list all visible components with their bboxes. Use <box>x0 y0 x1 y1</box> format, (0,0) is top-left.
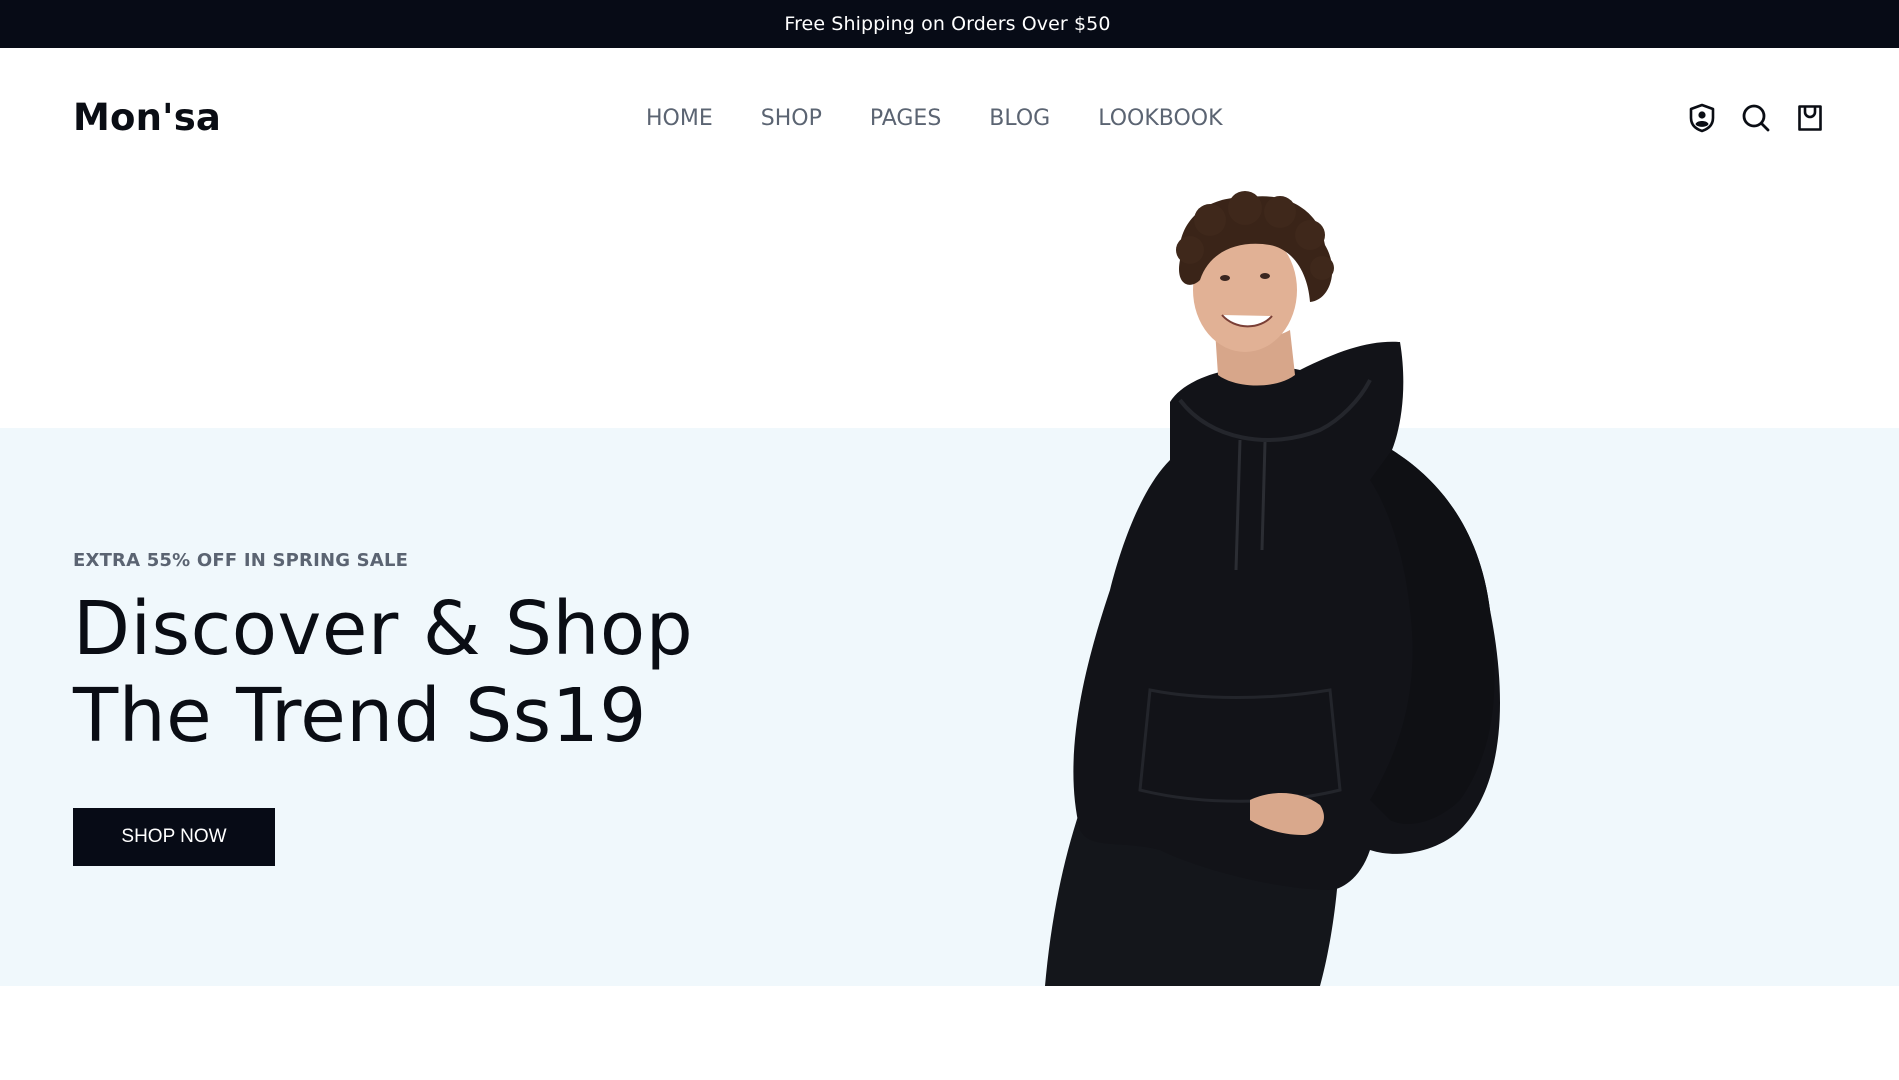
nav-item-lookbook[interactable]: LOOKBOOK <box>1098 106 1222 131</box>
shopping-bag-icon[interactable] <box>1794 102 1826 134</box>
page: Free Shipping on Orders Over $50 Mon'sa … <box>0 0 1899 1080</box>
shop-now-button[interactable]: SHOP NOW <box>73 808 275 866</box>
main-nav: HOME SHOP PAGES BLOG LOOKBOOK <box>646 106 1223 131</box>
hero-model-image <box>1045 191 1500 986</box>
site-logo[interactable]: Mon'sa <box>73 96 221 139</box>
announcement-text: Free Shipping on Orders Over $50 <box>784 13 1111 35</box>
nav-item-blog[interactable]: BLOG <box>989 106 1050 131</box>
announcement-bar: Free Shipping on Orders Over $50 <box>0 0 1899 48</box>
hero-headline-line2: The Trend Ss19 <box>73 673 647 759</box>
hero-eyebrow: EXTRA 55% OFF IN SPRING SALE <box>73 550 409 571</box>
nav-item-shop[interactable]: SHOP <box>761 106 822 131</box>
header-actions <box>1686 102 1826 134</box>
site-header: Mon'sa HOME SHOP PAGES BLOG LOOKBOOK <box>0 48 1899 190</box>
nav-item-pages[interactable]: PAGES <box>870 106 941 131</box>
nav-item-home[interactable]: HOME <box>646 106 713 131</box>
hero-headline-line1: Discover & Shop <box>73 586 694 672</box>
search-icon[interactable] <box>1740 102 1772 134</box>
account-shield-icon[interactable] <box>1686 102 1718 134</box>
hero-headline: Discover & Shop The Trend Ss19 <box>73 586 693 760</box>
